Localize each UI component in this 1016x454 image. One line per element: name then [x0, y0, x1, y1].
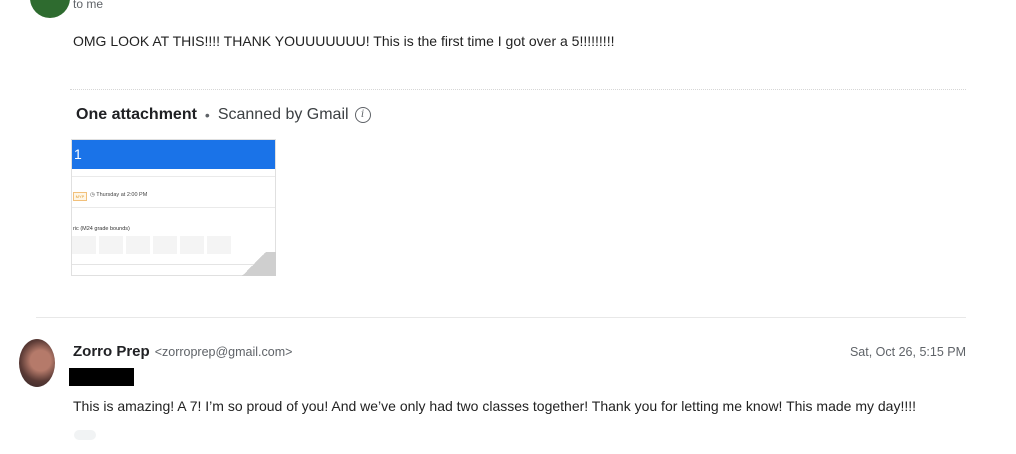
recipient-label[interactable]: to me — [73, 0, 103, 11]
thumbnail-time-text: Thursday at 2:00 PM — [96, 192, 148, 198]
sender-line: Zorro Prep <zorroprep@gmail.com> — [73, 343, 292, 360]
show-trimmed-content-button[interactable] — [74, 430, 96, 440]
sender-avatar[interactable] — [19, 339, 55, 387]
separator-dot: • — [204, 107, 210, 123]
message-date[interactable]: Sat, Oct 26, 5:15 PM — [850, 345, 966, 359]
sender-name[interactable]: Zorro Prep — [73, 343, 150, 360]
clock-icon: ◷ — [90, 192, 95, 198]
info-icon[interactable]: i — [354, 107, 371, 123]
scanned-label: Scanned by Gmail — [217, 106, 349, 123]
page-fold-corner — [232, 252, 276, 276]
sender-avatar-top[interactable] — [30, 0, 70, 18]
thumbnail-time: ◷ Thursday at 2:00 PM — [90, 192, 147, 198]
attachment-count: One attachment — [76, 106, 197, 123]
redacted-recipient — [69, 368, 134, 386]
message-body: OMG LOOK AT THIS!!!! THANK YOUUUUUUU! Th… — [73, 33, 615, 49]
thumbnail-header: 1 — [72, 140, 275, 169]
attachment-header: One attachment • Scanned by Gmail i — [76, 106, 371, 124]
thumbnail-rubric: ric (M24 grade bounds) — [73, 226, 130, 232]
message-divider — [36, 317, 966, 318]
sender-email: <zorroprep@gmail.com> — [154, 345, 293, 359]
attachment-divider — [70, 89, 966, 90]
reply-body: This is amazing! A 7! I’m so proud of yo… — [73, 398, 917, 414]
thumbnail-tag: MYP — [73, 192, 87, 201]
